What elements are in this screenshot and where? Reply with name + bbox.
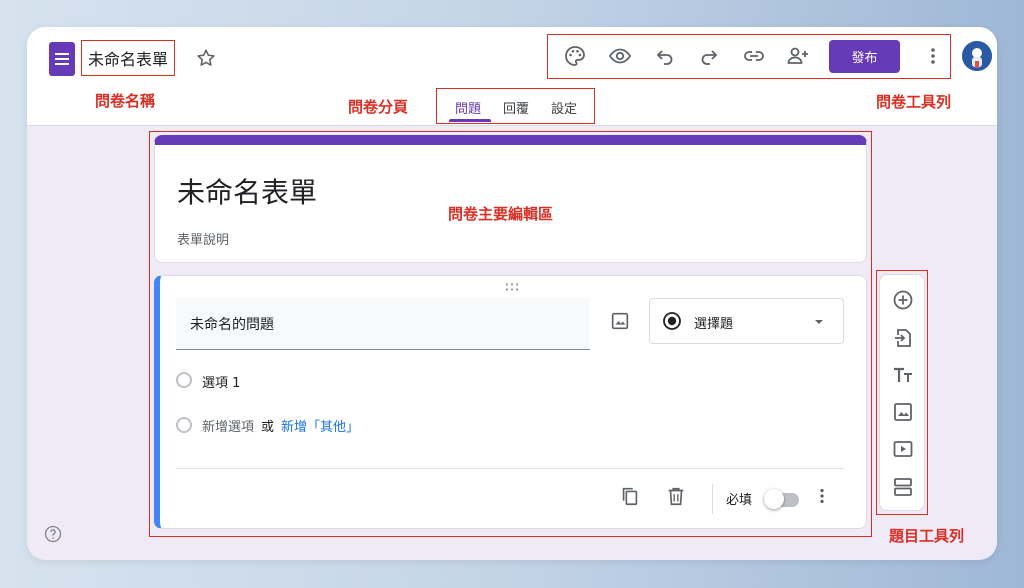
add-option-radio-icon [176, 417, 192, 433]
add-title-icon[interactable] [891, 363, 915, 387]
add-video-icon[interactable] [891, 437, 915, 461]
palette-icon[interactable] [563, 44, 587, 68]
active-tab-indicator [449, 119, 491, 122]
help-icon[interactable] [43, 524, 63, 544]
forms-window: 未命名表單 發布 問題 回覆 設定 問卷名稱 問卷分頁 問卷工具列 未命名表單 … [27, 27, 997, 560]
form-name-field[interactable]: 未命名表單 [81, 40, 176, 76]
avatar[interactable] [962, 41, 992, 71]
undo-icon[interactable] [653, 44, 677, 68]
footer-divider [712, 484, 713, 514]
annotation-question-toolbar: 題目工具列 [889, 527, 965, 545]
question-type-label: 選擇題 [694, 317, 734, 332]
question-more-icon[interactable] [811, 485, 833, 507]
user-avatar-icon [962, 41, 992, 71]
import-questions-icon[interactable] [891, 326, 915, 350]
delete-icon[interactable] [665, 485, 687, 507]
required-label: 必填 [726, 493, 753, 508]
radio-checked-icon [663, 312, 681, 330]
or-text: 或 [261, 420, 275, 435]
form-header-card[interactable]: 未命名表單 表單說明 [154, 135, 867, 263]
required-toggle-knob[interactable] [764, 489, 784, 509]
duplicate-icon[interactable] [619, 485, 641, 507]
add-question-icon[interactable] [891, 288, 915, 312]
option-radio-icon [176, 372, 192, 388]
publish-button[interactable]: 發布 [829, 40, 900, 73]
annotation-form-pages: 問卷分頁 [348, 98, 409, 116]
form-name-text: 未命名表單 [88, 50, 169, 69]
question-type-select[interactable]: 選擇題 [649, 298, 844, 344]
redo-icon[interactable] [697, 44, 721, 68]
add-section-icon[interactable] [891, 475, 915, 499]
star-icon[interactable] [195, 47, 217, 69]
tab-settings[interactable]: 設定 [551, 98, 577, 117]
option-1-label[interactable]: 選項 1 [202, 372, 240, 391]
add-image-icon[interactable] [609, 310, 631, 332]
add-image-icon[interactable] [891, 400, 915, 424]
link-icon[interactable] [742, 44, 766, 68]
annotation-form-name: 問卷名稱 [95, 92, 156, 110]
annotation-main-area: 問卷主要編輯區 [448, 205, 554, 223]
form-tabs: 問題 回覆 設定 [436, 88, 595, 124]
question-toolbar [879, 274, 925, 511]
form-title[interactable]: 未命名表單 [177, 171, 317, 211]
annotation-form-toolbar: 問卷工具列 [876, 93, 952, 111]
tab-questions[interactable]: 問題 [455, 98, 481, 117]
drag-handle-icon[interactable] [504, 282, 520, 292]
form-description[interactable]: 表單說明 [177, 229, 229, 248]
add-option-link[interactable]: 新增選項 [202, 416, 254, 435]
question-card[interactable]: 選擇題 選項 1 新增選項 或 新增「其他」 必填 [154, 275, 867, 529]
add-collaborator-icon[interactable] [786, 44, 810, 68]
card-divider [176, 468, 844, 469]
more-vert-icon[interactable] [921, 44, 945, 68]
top-bar: 未命名表單 發布 問題 回覆 設定 問卷名稱 問卷分頁 問卷工具列 [27, 27, 997, 126]
preview-eye-icon[interactable] [608, 44, 632, 68]
dropdown-arrow-icon [815, 320, 823, 324]
add-other-link[interactable]: 新增「其他」 [281, 416, 359, 435]
tab-responses[interactable]: 回覆 [503, 98, 529, 117]
google-forms-logo-icon[interactable] [49, 42, 75, 76]
question-title-input[interactable] [176, 298, 590, 350]
